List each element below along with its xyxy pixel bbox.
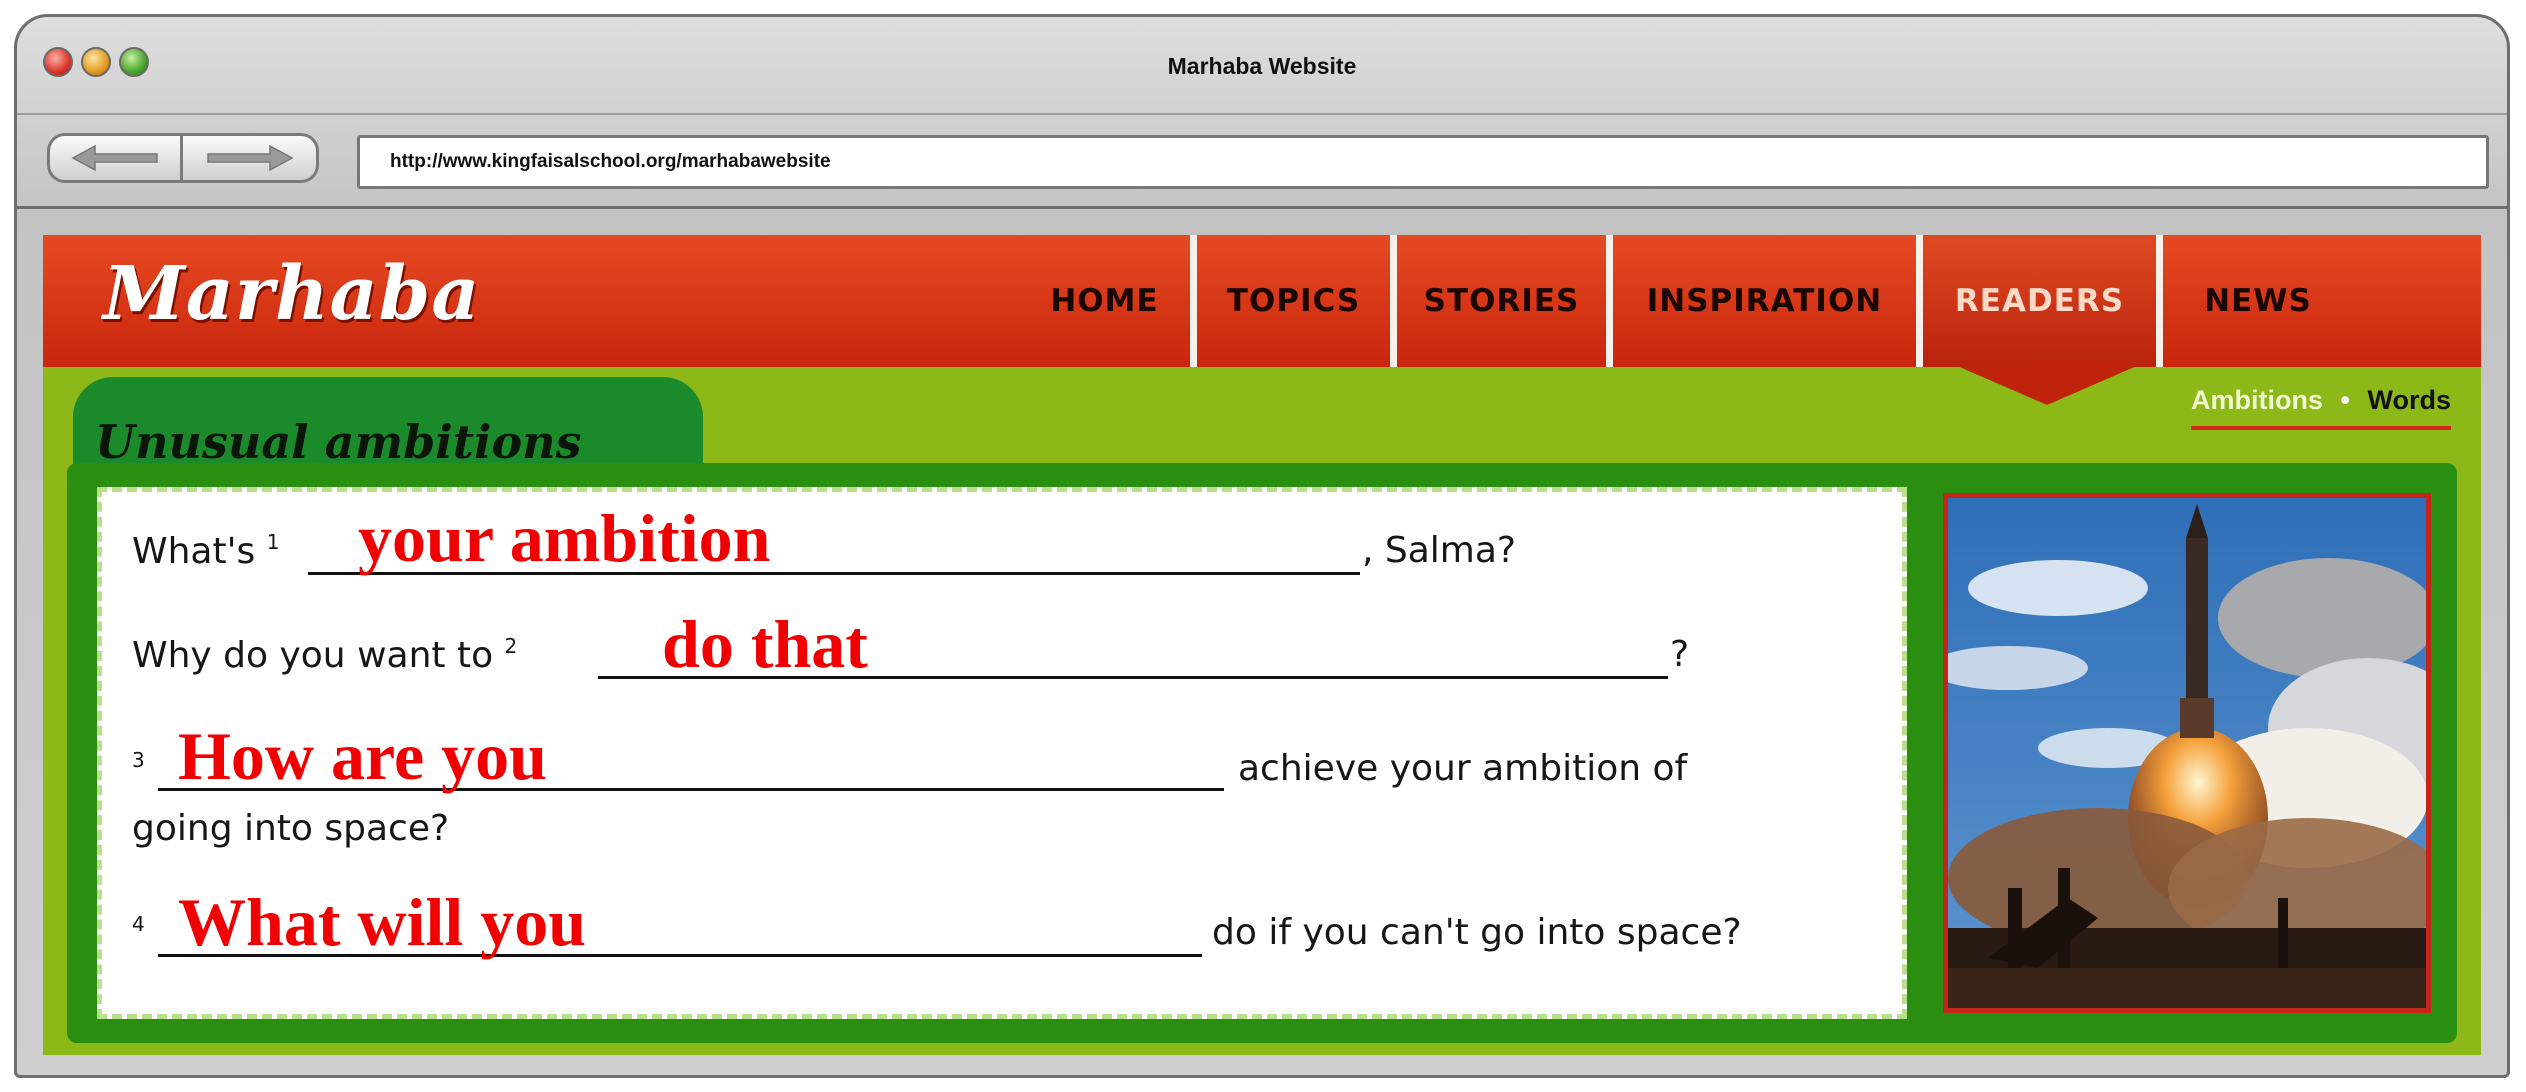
- site-logo[interactable]: Marhaba: [103, 251, 480, 337]
- nav-stories[interactable]: STORIES: [1397, 235, 1613, 367]
- title-bar: Marhaba Website: [17, 17, 2507, 113]
- window-title: Marhaba Website: [1167, 53, 1357, 79]
- rocket-launch-photo: [1943, 493, 2431, 1013]
- answer-2-text: do that: [662, 606, 868, 682]
- main-nav: HOME TOPICS STORIES INSPIRATION READERS …: [1019, 235, 2353, 367]
- forward-arrow-icon: [206, 144, 294, 172]
- browser-toolbar: http://www.kingfaisalschool.org/marhabaw…: [17, 113, 2507, 209]
- question-4-number: 4: [132, 912, 145, 936]
- question-2-text: Why do you want to: [132, 635, 494, 676]
- history-buttons: [47, 133, 319, 183]
- question-1-number: 1: [266, 530, 280, 554]
- content-panel: What's 1 your ambition , Salma? Why do y…: [67, 463, 2457, 1043]
- nav-news[interactable]: NEWS: [2163, 235, 2353, 367]
- subnav-ambitions[interactable]: Ambitions: [2191, 385, 2323, 415]
- nav-home[interactable]: HOME: [1019, 235, 1197, 367]
- back-arrow-icon: [71, 144, 158, 172]
- question-1-text: What's: [132, 531, 256, 572]
- question-3-suffix: achieve your ambition of: [1238, 748, 1688, 789]
- exercise-card: What's 1 your ambition , Salma? Why do y…: [97, 487, 1907, 1019]
- active-nav-pointer: [1955, 365, 2139, 405]
- answer-3-text: How are you: [178, 718, 547, 794]
- forward-button[interactable]: [183, 133, 319, 183]
- question-1-prefix: What's 1: [132, 530, 279, 572]
- nav-topics[interactable]: TOPICS: [1197, 235, 1397, 367]
- nav-inspiration[interactable]: INSPIRATION: [1613, 235, 1923, 367]
- site-header: Marhaba HOME TOPICS STORIES INSPIRATION …: [43, 235, 2481, 367]
- back-button[interactable]: [47, 133, 183, 183]
- question-2-number: 2: [504, 634, 518, 658]
- question-3-prefix: 3: [132, 748, 145, 790]
- browser-window: Marhaba Website http://www.kingfaisalsch…: [14, 14, 2510, 1078]
- question-3-continuation: going into space?: [132, 808, 450, 849]
- section-title: Unusual ambitions: [95, 415, 582, 469]
- question-3-number: 3: [132, 748, 145, 772]
- subnav-words[interactable]: Words: [2367, 385, 2451, 415]
- answer-1-text: your ambition: [358, 500, 771, 576]
- subnav-separator: •: [2340, 385, 2350, 415]
- address-bar[interactable]: http://www.kingfaisalschool.org/marhabaw…: [357, 135, 2489, 189]
- question-4-suffix: do if you can't go into space?: [1212, 912, 1742, 953]
- question-2-prefix: Why do you want to 2: [132, 634, 517, 676]
- question-4-prefix: 4: [132, 912, 145, 954]
- question-2-suffix: ?: [1670, 634, 1690, 675]
- question-1-suffix: , Salma?: [1362, 530, 1517, 571]
- rocket-launch-icon: [1948, 498, 2426, 1008]
- nav-readers[interactable]: READERS: [1923, 235, 2163, 367]
- web-page: Marhaba HOME TOPICS STORIES INSPIRATION …: [43, 235, 2481, 1055]
- answer-4-text: What will you: [178, 884, 587, 960]
- sub-nav: Ambitions • Words: [2191, 385, 2451, 430]
